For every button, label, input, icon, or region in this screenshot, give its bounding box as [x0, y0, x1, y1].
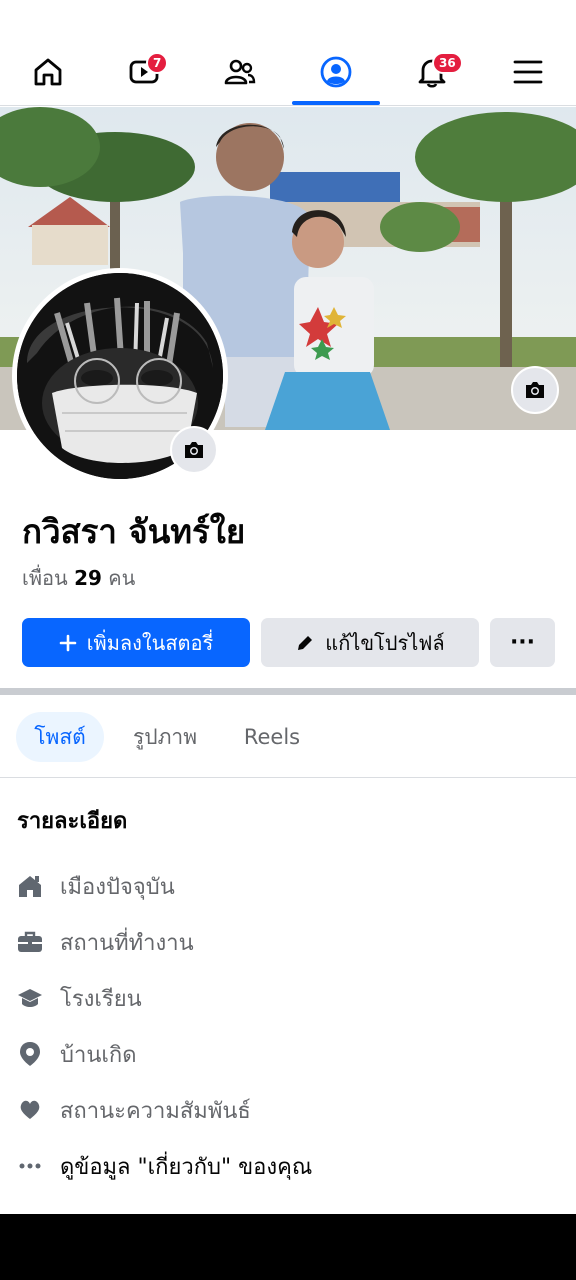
detail-label: สถานะความสัมพันธ์ — [60, 1098, 251, 1124]
detail-label: บ้านเกิด — [60, 1042, 137, 1068]
more-options-label: ··· — [509, 630, 536, 655]
edit-profile-button[interactable]: แก้ไขโปรไฟล์ — [261, 618, 479, 667]
camera-icon — [185, 442, 203, 458]
friends-count-line[interactable]: เพื่อน 29 คน — [22, 562, 135, 594]
nav-home-tab[interactable] — [0, 38, 96, 106]
detail-workplace[interactable]: สถานที่ทำงาน — [16, 922, 194, 962]
tab-reels[interactable]: Reels — [228, 712, 316, 762]
nav-video-tab[interactable]: 7 — [96, 38, 192, 106]
heart-icon — [16, 1096, 44, 1124]
detail-label: ดูข้อมูล "เกี่ยวกับ" ของคุณ — [60, 1154, 313, 1180]
profile-icon — [320, 56, 352, 88]
detail-current-city[interactable]: เมืองปัจจุบัน — [16, 866, 175, 906]
friends-icon — [224, 59, 256, 85]
detail-label: สถานที่ทำงาน — [60, 930, 194, 956]
detail-hometown[interactable]: บ้านเกิด — [16, 1034, 136, 1074]
friends-suffix: คน — [108, 566, 136, 590]
section-divider — [0, 688, 576, 695]
change-profile-picture-button[interactable] — [170, 426, 218, 474]
top-navigation: 7 36 — [0, 38, 576, 106]
friends-count: 29 — [74, 566, 102, 590]
profile-name: กวิสรา จันทร์ใย — [22, 512, 246, 551]
video-badge: 7 — [146, 52, 169, 74]
system-navigation-bar — [0, 1214, 576, 1280]
pencil-icon — [295, 633, 315, 653]
details-title: รายละเอียด — [17, 809, 128, 834]
change-cover-photo-button[interactable] — [511, 366, 559, 414]
detail-label: เมืองปัจจุบัน — [60, 874, 175, 900]
detail-school[interactable]: โรงเรียน — [16, 978, 142, 1018]
active-tab-indicator — [292, 101, 380, 105]
more-dots-icon — [16, 1152, 44, 1180]
notifications-badge: 36 — [432, 52, 463, 74]
location-pin-icon — [16, 1040, 44, 1068]
profile-screen: 7 36 กวิสรา จันทร์ใย เพื่อน 29 คน เพิ่มล… — [0, 0, 576, 1214]
add-to-story-label: เพิ่มลงในสตอรี่ — [86, 630, 214, 655]
nav-menu-tab[interactable] — [480, 38, 576, 106]
tabs-divider — [0, 777, 576, 778]
tab-photos[interactable]: รูปภาพ — [120, 712, 210, 762]
add-to-story-button[interactable]: เพิ่มลงในสตอรี่ — [22, 618, 250, 667]
friends-prefix: เพื่อน — [22, 566, 68, 590]
plus-icon — [59, 634, 77, 652]
detail-relationship[interactable]: สถานะความสัมพันธ์ — [16, 1090, 251, 1130]
profile-tabs: โพสต์ รูปภาพ Reels — [0, 712, 576, 762]
detail-see-about[interactable]: ดูข้อมูล "เกี่ยวกับ" ของคุณ — [16, 1146, 312, 1186]
more-options-button[interactable]: ··· — [490, 618, 555, 667]
nav-friends-tab[interactable] — [192, 38, 288, 106]
home-icon — [34, 58, 62, 86]
tab-posts[interactable]: โพสต์ — [16, 712, 104, 762]
menu-icon — [513, 60, 543, 84]
briefcase-icon — [16, 928, 44, 956]
nav-profile-tab[interactable] — [288, 38, 384, 106]
nav-notifications-tab[interactable]: 36 — [384, 38, 480, 106]
camera-icon — [526, 382, 544, 398]
graduation-cap-icon — [16, 984, 44, 1012]
home-icon — [16, 872, 44, 900]
edit-profile-label: แก้ไขโปรไฟล์ — [325, 630, 445, 655]
detail-label: โรงเรียน — [60, 986, 142, 1012]
